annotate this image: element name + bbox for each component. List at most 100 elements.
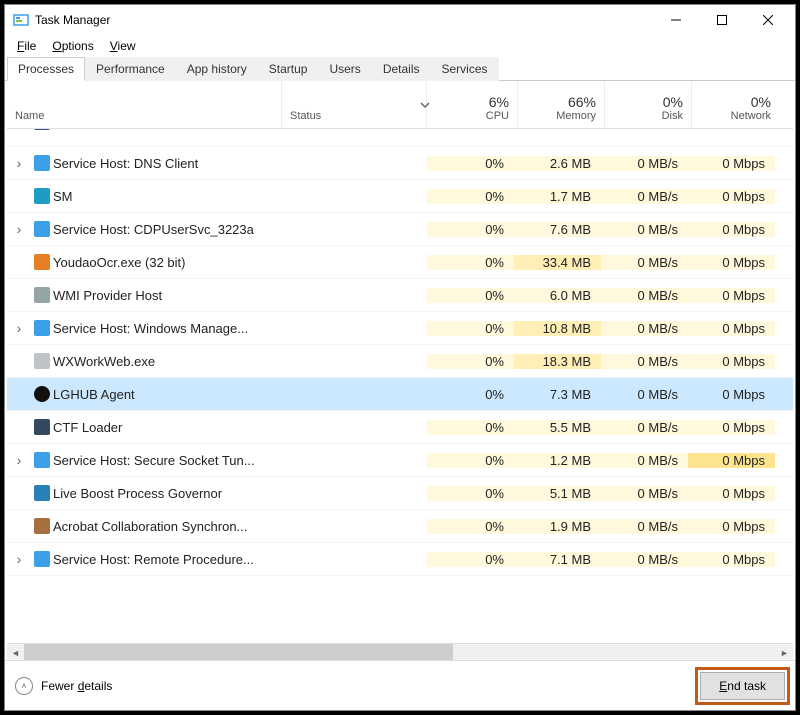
header-disk[interactable]: 0%Disk: [605, 81, 692, 128]
process-row[interactable]: › Service Host: Remote Procedure... 0%7.1 …: [7, 543, 793, 576]
metric-mem: 1.2 MB: [514, 453, 601, 468]
metric-mem: 6.0 MB: [514, 288, 601, 303]
metric-cpu: 0%: [427, 354, 514, 369]
process-row[interactable]: Acrobat Collaboration Synchron... 0%1.9 M…: [7, 510, 793, 543]
close-button[interactable]: [745, 5, 791, 35]
menubar: File Options View: [5, 35, 795, 57]
metric-disk: 0 MB/s: [601, 420, 688, 435]
tab-details[interactable]: Details: [372, 57, 431, 81]
metric-cpu: 0%: [427, 189, 514, 204]
svc-icon: [31, 551, 53, 567]
word-icon: [31, 129, 53, 130]
process-name: Live Boost Process Governor: [53, 486, 282, 501]
metric-disk: 0 MB/s: [601, 156, 688, 171]
metric-disk: 0 MB/s: [601, 519, 688, 534]
header-memory[interactable]: 66%Memory: [518, 81, 605, 128]
process-row[interactable]: ›Service Host: CDPUserSvc_3223a0%7.6 MB0…: [7, 213, 793, 246]
scroll-left-icon[interactable]: ◄: [7, 644, 24, 660]
menu-file[interactable]: File: [9, 37, 44, 55]
metric-mem: 7.6 MB: [514, 222, 601, 237]
header-cpu[interactable]: 6%CPU: [431, 81, 518, 128]
header-status[interactable]: Status: [282, 81, 427, 128]
end-task-button[interactable]: End task: [700, 672, 785, 700]
process-row[interactable]: › Service Host: DNS Client 0%2.6 MB0 MB/s0…: [7, 147, 793, 180]
metric-mem: 1.7 MB: [514, 189, 601, 204]
metric-net: 0 Mbps: [688, 189, 775, 204]
tab-processes[interactable]: Processes: [7, 57, 85, 81]
expand-icon[interactable]: ›: [7, 551, 31, 567]
tab-performance[interactable]: Performance: [85, 57, 176, 81]
scroll-thumb[interactable]: [24, 644, 453, 660]
expand-icon[interactable]: ›: [7, 452, 31, 468]
process-row[interactable]: WMI Provider Host0%6.0 MB0 MB/s0 Mbps: [7, 279, 793, 312]
process-row[interactable]: LGHUB Agent0%7.3 MB0 MB/s0 Mbps: [7, 378, 793, 411]
expand-icon[interactable]: ›: [7, 320, 31, 336]
metric-net: 0 Mbps: [688, 453, 775, 468]
metric-mem: 7.1 MB: [514, 552, 601, 567]
menu-view[interactable]: View: [102, 37, 144, 55]
metric-net: 0 Mbps: [688, 156, 775, 171]
sort-chevron-icon[interactable]: [419, 96, 431, 114]
metric-disk: 0 MB/s: [601, 387, 688, 402]
process-row[interactable]: ›Microsoft Word (32 bit) (2)0%21.7 MB0 M…: [7, 129, 793, 147]
process-row[interactable]: WXWorkWeb.exe0%18.3 MB0 MB/s0 Mbps: [7, 345, 793, 378]
metric-net: 0 Mbps: [688, 486, 775, 501]
svc-icon: [31, 452, 53, 468]
process-list[interactable]: ›Microsoft Word (32 bit) (2)0%21.7 MB0 M…: [7, 129, 793, 643]
metric-net: 0 Mbps: [688, 354, 775, 369]
metric-cpu: 0%: [427, 156, 514, 171]
tab-services[interactable]: Services: [431, 57, 499, 81]
metric-cpu: 0%: [427, 288, 514, 303]
metric-cpu: 0%: [427, 420, 514, 435]
horizontal-scrollbar[interactable]: ◄ ►: [7, 643, 793, 660]
svc-icon: [31, 221, 53, 237]
metric-net: 0 Mbps: [688, 420, 775, 435]
metric-net: 0 Mbps: [688, 387, 775, 402]
process-row[interactable]: SM 0%1.7 MB0 MB/s0 Mbps: [7, 180, 793, 213]
metric-disk: 0 MB/s: [601, 189, 688, 204]
window-controls: [653, 5, 791, 35]
metric-cpu: 0%: [427, 519, 514, 534]
process-name: Acrobat Collaboration Synchron...: [53, 519, 282, 534]
minimize-button[interactable]: [653, 5, 699, 35]
metric-mem: 2.6 MB: [514, 156, 601, 171]
metric-net: 0 Mbps: [688, 222, 775, 237]
tab-users[interactable]: Users: [318, 57, 371, 81]
header-network[interactable]: 0%Network: [692, 81, 779, 128]
content: Name Status 6%CPU 66%Memory 0%Disk 0%Net…: [5, 81, 795, 660]
maximize-button[interactable]: [699, 5, 745, 35]
metric-net: 0 Mbps: [688, 552, 775, 567]
tab-app-history[interactable]: App history: [176, 57, 258, 81]
menu-options[interactable]: Options: [44, 37, 101, 55]
process-row[interactable]: ›Service Host: Windows Manage...0%10.8 M…: [7, 312, 793, 345]
svc-icon: [31, 155, 53, 171]
lghub-icon: [31, 386, 53, 402]
metric-disk: 0 MB/s: [601, 486, 688, 501]
process-name: Service Host: DNS Client: [53, 156, 282, 171]
process-name: Service Host: CDPUserSvc_3223a: [53, 222, 282, 237]
metric-cpu: 0%: [427, 387, 514, 402]
metric-mem: 7.3 MB: [514, 387, 601, 402]
process-name: YoudaoOcr.exe (32 bit): [53, 255, 282, 270]
tab-strip: ProcessesPerformanceApp historyStartupUs…: [5, 57, 795, 81]
process-row[interactable]: ›Service Host: Secure Socket Tun...0%1.2…: [7, 444, 793, 477]
expand-icon[interactable]: ›: [7, 155, 31, 171]
process-name: SM: [53, 189, 282, 204]
expand-icon[interactable]: ›: [7, 221, 31, 237]
header-name[interactable]: Name: [7, 81, 282, 128]
fewer-details-toggle[interactable]: ˄ Fewer details: [15, 677, 112, 695]
metric-net: 0 Mbps: [688, 255, 775, 270]
process-row[interactable]: CTF Loader0%5.5 MB0 MB/s0 Mbps: [7, 411, 793, 444]
titlebar[interactable]: Task Manager: [5, 5, 795, 35]
tab-startup[interactable]: Startup: [258, 57, 319, 81]
process-row[interactable]: Live Boost Process Governor0%5.1 MB0 MB/…: [7, 477, 793, 510]
expand-icon[interactable]: ›: [7, 129, 31, 130]
metric-mem: 5.5 MB: [514, 420, 601, 435]
metric-cpu: 0%: [427, 321, 514, 336]
task-manager-window: Task Manager File Options View Processes…: [4, 4, 796, 711]
metric-cpu: 0%: [427, 552, 514, 567]
metric-mem: 1.9 MB: [514, 519, 601, 534]
process-row[interactable]: YoudaoOcr.exe (32 bit)0%33.4 MB0 MB/s0 M…: [7, 246, 793, 279]
scroll-right-icon[interactable]: ►: [776, 644, 793, 660]
process-name: Service Host: Remote Procedure...: [53, 552, 282, 567]
